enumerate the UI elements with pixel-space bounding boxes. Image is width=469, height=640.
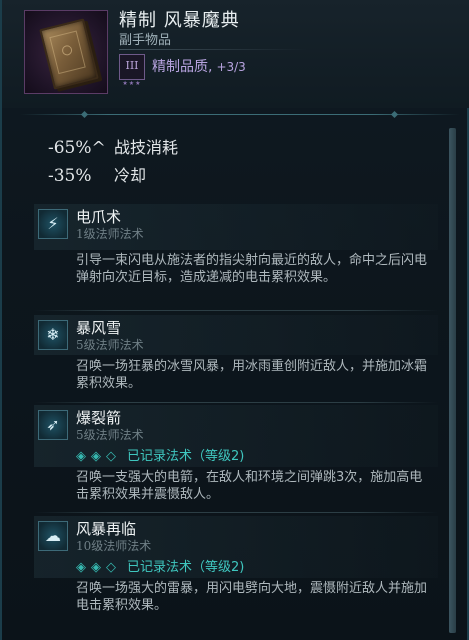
skill-description: 召唤一场狂暴的冰雪风暴，用冰雨重创附近敌人，并施加冰霜累积效果。 [76,359,428,391]
stat-row: -65%^ 战技消耗 [48,134,178,158]
section-divider [20,110,460,119]
quality-name: 精制品质, [152,59,213,75]
skill-entry: ⚡ 电爪术 1级法师法术 引导一束闪电从施法者的指尖射向最近的敌人，命中之后闪电… [34,204,438,304]
gem-icon: ◈◈◇ [76,560,121,575]
skill-entry: ➶ 爆裂箭 5级法师法术 ◈◈◇ 已记录法术（等级2) 召唤一支强大的电箭，在敌人… [34,405,438,505]
skill-entry: ☁ 风暴再临 10级法师法术 ◈◈◇ 已记录法术（等级2) 召唤一场强大的雷暴，用… [34,516,438,616]
skill-separator [34,512,438,513]
quality-tier-badge: III [119,54,145,80]
item-icon-frame [24,10,108,94]
skill-description: 引导一束闪电从施法者的指尖射向最近的敌人，命中之后闪电弹射向次近目标，造成递减的… [76,253,428,285]
stat-row: -35% 冷却 [48,162,146,186]
skill-name: 暴风雪 [76,319,122,337]
stat-value: -35% [48,166,92,186]
skill-description: 召唤一场强大的雷暴，用闪电劈向大地，震慑附近敌人并施加电击累积效果。 [76,581,428,613]
burst-arrow-icon: ➶ [38,410,68,440]
quality-value: +3/3 [216,60,246,74]
divider-diamond-icon [80,110,89,119]
skill-entry: ❄ 暴风雪 5级法师法术 召唤一场狂暴的冰雪风暴，用冰雨重创附近敌人，并施加冰霜… [34,315,438,399]
scrollbar-thumb[interactable] [449,128,456,633]
skill-name: 电爪术 [76,208,122,226]
quality-label: 精制品质, +3/3 [152,56,246,76]
skill-level: 5级法师法术 [76,338,144,352]
skill-level: 10级法师法术 [76,539,152,553]
recorded-spell-label: 已记录法术（等级2) [127,449,245,464]
item-type: 副手物品 [119,33,172,48]
header-divider [119,49,307,50]
gem-icon: ◈◈◇ [76,449,121,464]
skill-separator [34,402,438,403]
skill-level: 1级法师法术 [76,227,144,241]
skill-level: 5级法师法术 [76,428,144,442]
skill-name: 爆裂箭 [76,409,122,427]
quality-stars-icon: ★★★ [122,80,142,87]
skill-description: 召唤一支强大的电箭，在敌人和环境之间弹跳3次，施加高电击累积效果并震慑敌人。 [76,470,423,502]
skill-name: 风暴再临 [76,520,137,538]
divider-diamond-icon [390,110,399,119]
stat-value: -65%^ [48,138,106,158]
item-tooltip: 精制 风暴魔典 副手物品 III ★★★ 精制品质, +3/3 -65%^ 战技消耗… [0,0,469,640]
item-header: 精制 风暴魔典 副手物品 III ★★★ 精制品质, +3/3 [2,0,469,108]
scrollbar[interactable] [449,128,456,633]
storm-cloud-icon: ☁ [38,521,68,551]
stat-label: 战技消耗 [114,138,179,157]
lightning-claw-icon: ⚡ [38,209,68,239]
recorded-spell: ◈◈◇ 已记录法术（等级2) [76,556,244,575]
grimoire-icon [39,18,99,90]
skill-separator [34,310,438,311]
stat-label: 冷却 [114,166,147,185]
recorded-spell: ◈◈◇ 已记录法术（等级2) [76,445,244,464]
blizzard-icon: ❄ [38,320,68,350]
recorded-spell-label: 已记录法术（等级2) [127,560,245,575]
